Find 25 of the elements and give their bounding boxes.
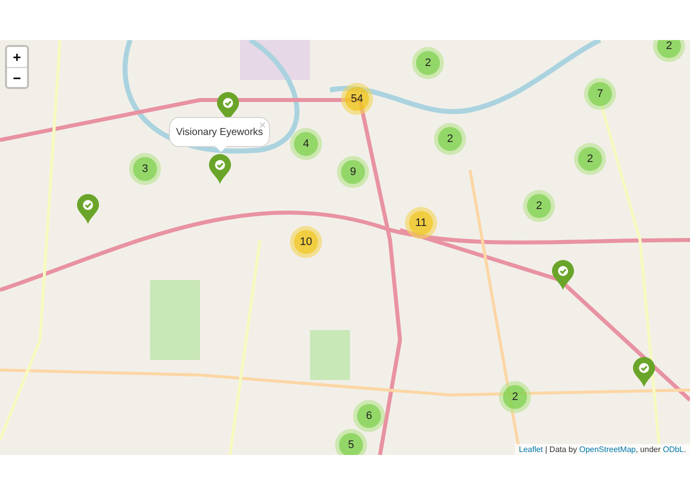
cluster-marker[interactable]: 2 — [523, 190, 555, 222]
zoom-out-button[interactable]: − — [7, 67, 27, 87]
cluster-marker[interactable]: 11 — [405, 207, 437, 239]
cluster-marker[interactable]: 2 — [434, 123, 466, 155]
cluster-marker[interactable]: 2 — [653, 40, 685, 62]
cluster-marker[interactable]: 7 — [584, 78, 616, 110]
cluster-marker[interactable]: 3 — [129, 153, 161, 185]
attribution-link[interactable]: ODbL — [662, 445, 684, 454]
cluster-marker[interactable]: 10 — [290, 226, 322, 258]
cluster-marker[interactable]: 4 — [290, 128, 322, 160]
attribution: Leaflet | Data by OpenStreetMap, under ODbL. — [514, 444, 690, 455]
map-pin-icon[interactable] — [209, 154, 231, 184]
cluster-marker[interactable]: 6 — [353, 400, 385, 432]
attribution-link[interactable]: Leaflet — [518, 445, 543, 454]
map-pin-icon[interactable] — [552, 260, 574, 290]
map-pin-icon[interactable] — [77, 194, 99, 224]
cluster-marker[interactable]: 2 — [499, 381, 531, 413]
map-pin-icon[interactable] — [633, 357, 655, 387]
cluster-marker[interactable]: 54 — [341, 83, 373, 115]
cluster-marker[interactable]: 2 — [574, 143, 606, 175]
cluster-marker[interactable]: 5 — [335, 429, 367, 455]
zoom-in-button[interactable]: + — [7, 47, 27, 67]
cluster-marker[interactable]: 9 — [337, 156, 369, 188]
attribution-link[interactable]: OpenStreetMap — [579, 445, 636, 454]
cluster-marker[interactable]: 2 — [412, 47, 444, 79]
